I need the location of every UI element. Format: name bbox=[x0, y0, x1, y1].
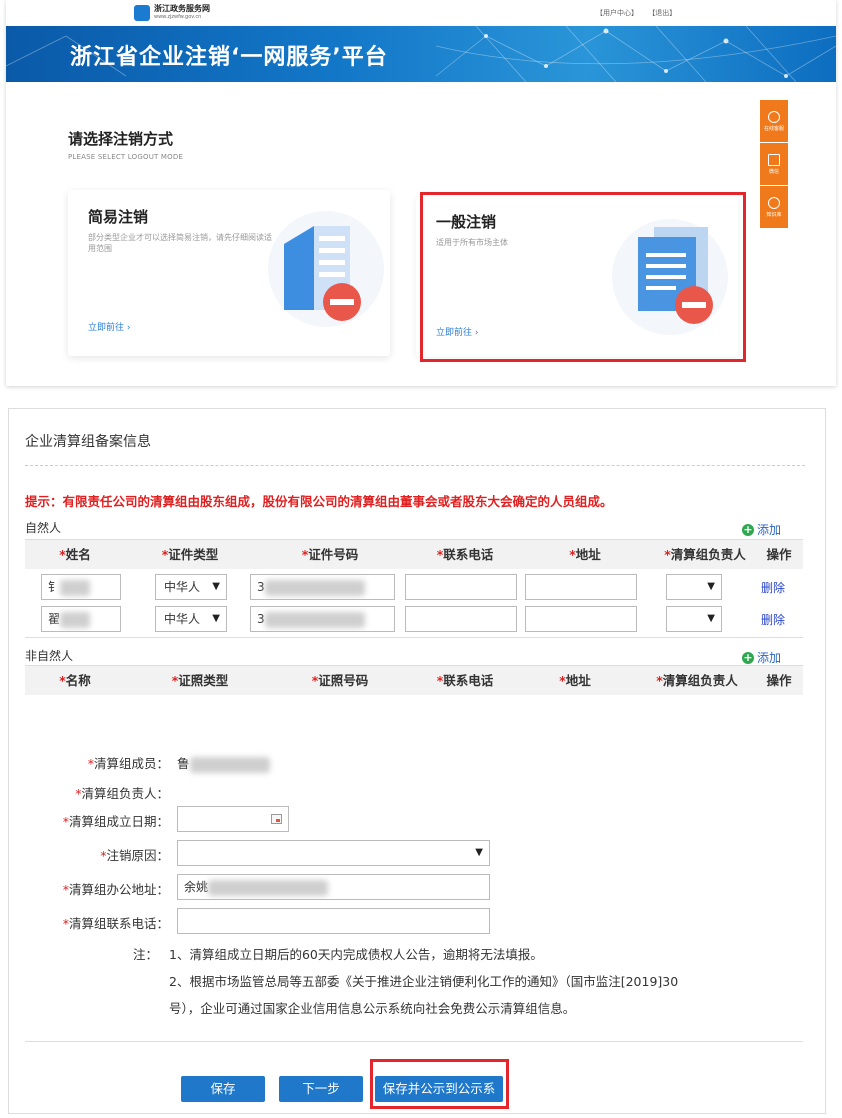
col-header: *地址 bbox=[559, 673, 591, 688]
wechat-button[interactable]: 微信 bbox=[760, 143, 788, 185]
contact-phone-input[interactable] bbox=[177, 908, 490, 934]
calendar-icon[interactable] bbox=[271, 814, 282, 824]
top-links: 【用户中心】 【退出】 bbox=[596, 8, 684, 18]
establish-date-input[interactable] bbox=[177, 806, 289, 832]
contact-phone-label: *清算组联系电话： bbox=[62, 916, 169, 931]
address-input[interactable] bbox=[525, 574, 637, 600]
non-natural-table-header: *名称 *证照类型 *证照号码 *联系电话 *地址 *清算组负责人 操作 bbox=[25, 665, 803, 695]
col-header: *清算组负责人 bbox=[656, 673, 738, 688]
add-non-natural-person-button[interactable]: + 添加 bbox=[742, 649, 781, 666]
online-service-button[interactable]: 在线客服 bbox=[760, 100, 788, 142]
col-header: *姓名 bbox=[59, 547, 91, 562]
top-bar: 浙江政务服务网 www.zjzwfw.gov.cn 【用户中心】 【退出】 bbox=[6, 0, 836, 26]
non-natural-person-label: 非自然人 bbox=[25, 649, 74, 663]
plus-icon: + bbox=[742, 522, 754, 536]
dropdown-arrow-icon: ▼ bbox=[212, 613, 220, 624]
delete-row-button[interactable]: 删除 bbox=[761, 579, 785, 596]
card-go-link[interactable]: 立即前往 › bbox=[88, 320, 130, 333]
logout-reason-select[interactable]: ▼ bbox=[177, 840, 490, 866]
hint-text: 提示：有限责任公司的清算组由股东组成，股份有限公司的清算组由董事会或者股东大会确… bbox=[25, 494, 613, 509]
note-prefix: 注： bbox=[133, 947, 159, 962]
col-header: 操作 bbox=[766, 547, 792, 562]
col-header: *证照类型 bbox=[171, 673, 229, 688]
next-step-button[interactable]: 下一步 bbox=[279, 1076, 363, 1102]
col-header: *清算组负责人 bbox=[664, 547, 746, 562]
user-center-link[interactable]: 【用户中心】 bbox=[596, 9, 638, 17]
logo-url: www.zjzwfw.gov.cn bbox=[154, 14, 202, 20]
office-address-label: *清算组办公地址： bbox=[62, 882, 169, 897]
natural-table-header: *姓名 *证件类型 *证件号码 *联系电话 *地址 *清算组负责人 操作 bbox=[25, 539, 803, 569]
side-toolbar: 在线客服 微信 知识库 bbox=[760, 100, 788, 229]
delete-row-button[interactable]: 删除 bbox=[761, 611, 785, 628]
site-logo[interactable]: 浙江政务服务网 www.zjzwfw.gov.cn bbox=[134, 4, 210, 22]
section-title: 企业清算组备案信息 bbox=[25, 434, 151, 450]
reason-label: *注销原因： bbox=[100, 848, 169, 863]
col-header: 操作 bbox=[766, 673, 792, 688]
id-type-select[interactable]: 中华人 ▼ bbox=[155, 574, 227, 600]
col-header: *名称 bbox=[59, 673, 91, 688]
knowledge-base-button[interactable]: 知识库 bbox=[760, 186, 788, 228]
card-title: 简易注销 bbox=[88, 208, 149, 226]
name-input[interactable]: 钅 bbox=[41, 574, 121, 600]
dropdown-arrow-icon: ▼ bbox=[475, 847, 483, 858]
leader-select[interactable]: ▼ bbox=[666, 606, 722, 632]
col-header: *证件类型 bbox=[161, 547, 219, 562]
highlight-frame bbox=[420, 192, 746, 362]
dropdown-arrow-icon: ▼ bbox=[212, 581, 220, 592]
note-line-1: 1、清算组成立日期后的60天内完成债权人公告，逾期将无法填报。 bbox=[169, 947, 543, 962]
id-number-input[interactable]: 3 bbox=[250, 606, 395, 632]
divider bbox=[25, 465, 805, 466]
divider bbox=[25, 1041, 803, 1042]
phone-input[interactable] bbox=[405, 574, 517, 600]
logout-link[interactable]: 【退出】 bbox=[648, 9, 676, 17]
date-label: *清算组成立日期： bbox=[62, 814, 169, 829]
note-line-3: 号），企业可通过国家企业信用信息公示系统向社会免费公示清算组信息。 bbox=[169, 1001, 576, 1016]
card-desc: 部分类型企业才可以选择简易注销，请先仔细阅读适用范围 bbox=[88, 233, 272, 253]
leader-label: *清算组负责人： bbox=[75, 786, 169, 801]
col-header: *联系电话 bbox=[436, 673, 494, 688]
select-mode-title: 请选择注销方式 bbox=[68, 130, 174, 148]
plus-icon: + bbox=[742, 650, 754, 664]
address-input[interactable] bbox=[525, 606, 637, 632]
col-header: *地址 bbox=[569, 547, 601, 562]
headset-icon bbox=[768, 110, 780, 123]
highlight-frame bbox=[370, 1059, 509, 1109]
natural-person-label: 自然人 bbox=[25, 521, 62, 535]
save-button[interactable]: 保存 bbox=[181, 1076, 265, 1102]
phone-input[interactable] bbox=[405, 606, 517, 632]
members-value: 鲁 bbox=[177, 753, 270, 773]
select-mode-subtitle: PLEASE SELECT LOGOUT MODE bbox=[68, 153, 184, 161]
col-header: *证照号码 bbox=[311, 673, 369, 688]
add-natural-person-button[interactable]: + 添加 bbox=[742, 521, 781, 538]
members-label: *清算组成员： bbox=[87, 756, 169, 771]
leader-select[interactable]: ▼ bbox=[666, 574, 722, 600]
col-header: *证件号码 bbox=[301, 547, 359, 562]
banner: 浙江省企业注销‘一网服务’平台 bbox=[6, 26, 836, 82]
id-number-input[interactable]: 3 bbox=[250, 574, 395, 600]
dropdown-arrow-icon: ▼ bbox=[707, 613, 715, 624]
divider bbox=[25, 637, 803, 638]
qrcode-icon bbox=[768, 153, 780, 166]
logo-name: 浙江政务服务网 bbox=[154, 3, 210, 13]
col-header: *联系电话 bbox=[436, 547, 494, 562]
mode-select-panel: 浙江政务服务网 www.zjzwfw.gov.cn 【用户中心】 【退出】 浙江… bbox=[6, 0, 836, 386]
liquidation-form-panel: 企业清算组备案信息 提示：有限责任公司的清算组由股东组成，股份有限公司的清算组由… bbox=[8, 408, 826, 1114]
building-minus-icon bbox=[268, 211, 384, 327]
office-address-input[interactable]: 余姚 bbox=[177, 874, 490, 900]
card-simple-logout[interactable]: 简易注销 部分类型企业才可以选择简易注销，请先仔细阅读适用范围 立即前往 › bbox=[68, 190, 390, 356]
compass-icon bbox=[768, 196, 780, 209]
note-line-2: 2、根据市场监管总局等五部委《关于推进企业注销便利化工作的通知》（国市监注[20… bbox=[169, 974, 679, 989]
dropdown-arrow-icon: ▼ bbox=[707, 581, 715, 592]
logo-mark-icon bbox=[134, 5, 150, 21]
name-input[interactable]: 翟 bbox=[41, 606, 121, 632]
banner-title: 浙江省企业注销‘一网服务’平台 bbox=[70, 45, 388, 70]
id-type-select[interactable]: 中华人 ▼ bbox=[155, 606, 227, 632]
